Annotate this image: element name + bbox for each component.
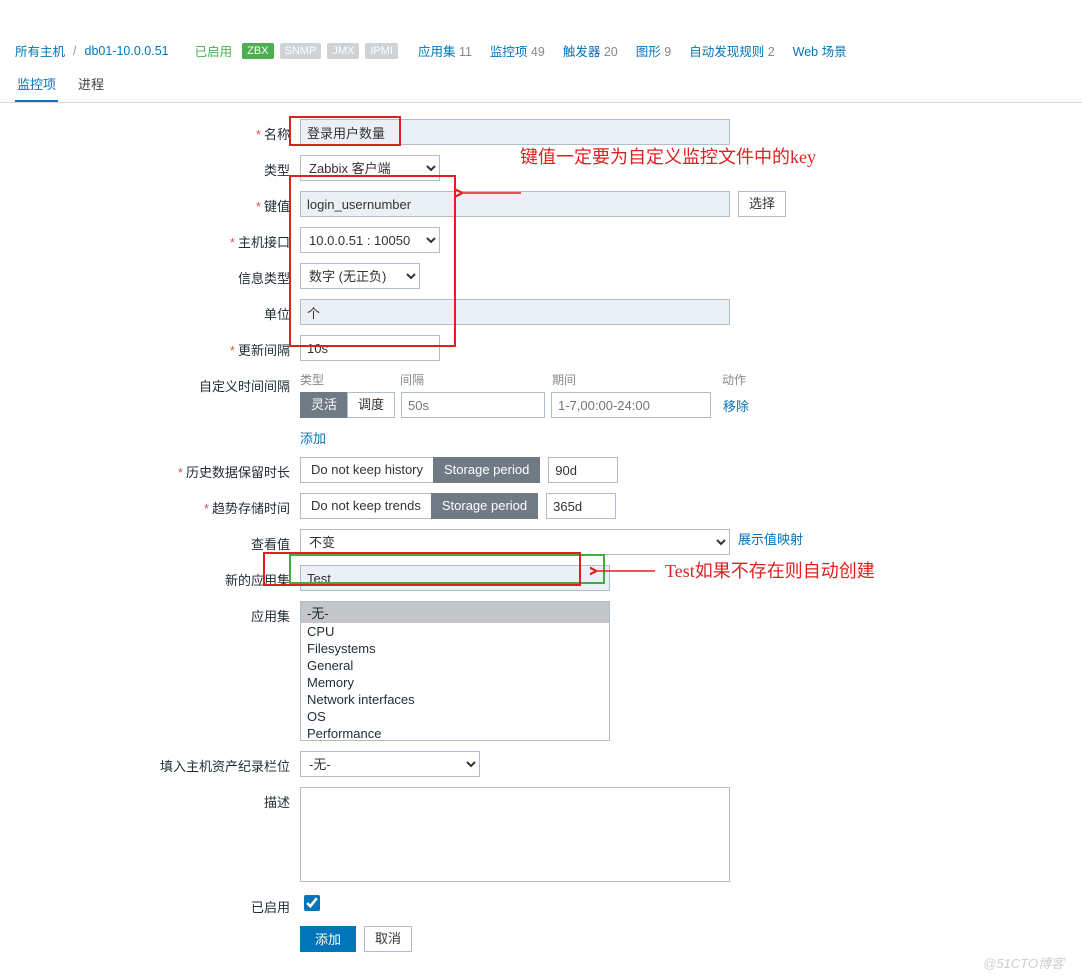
history-storage-btn[interactable]: Storage period bbox=[433, 457, 540, 483]
show-value-mapping-link[interactable]: 展示值映射 bbox=[738, 529, 803, 548]
bc-triggers[interactable]: 触发器 20 bbox=[563, 41, 618, 60]
applications-list[interactable]: -无- CPU Filesystems General Memory Netwo… bbox=[300, 601, 610, 741]
trends-storage-btn[interactable]: Storage period bbox=[431, 493, 538, 519]
update-interval-input[interactable] bbox=[300, 335, 440, 361]
app-option-network[interactable]: Network interfaces bbox=[301, 691, 609, 708]
badge-zbx: ZBX bbox=[242, 43, 273, 59]
label-inventory: 填入主机资产纪录栏位 bbox=[10, 751, 300, 775]
interval-add-link[interactable]: 添加 bbox=[300, 431, 326, 446]
label-new-application: 新的应用集 bbox=[10, 565, 300, 589]
history-value-input[interactable] bbox=[548, 457, 618, 483]
breadcrumb: 所有主机 / db01-10.0.0.51 已启用 ZBX SNMP JMX I… bbox=[0, 37, 1082, 66]
app-option-filesystems[interactable]: Filesystems bbox=[301, 640, 609, 657]
interval-period-input[interactable] bbox=[551, 392, 711, 418]
app-option-os[interactable]: OS bbox=[301, 708, 609, 725]
label-description: 描述 bbox=[10, 787, 300, 811]
label-applications: 应用集 bbox=[10, 601, 300, 625]
app-option-none[interactable]: -无- bbox=[301, 602, 609, 623]
label-trends: *趋势存储时间 bbox=[10, 493, 300, 517]
bc-discovery[interactable]: 自动发现规则 2 bbox=[689, 41, 774, 60]
annotation-text-app: Test如果不存在则自动创建 bbox=[665, 559, 875, 583]
label-show-value: 查看值 bbox=[10, 529, 300, 553]
app-option-general[interactable]: General bbox=[301, 657, 609, 674]
label-enabled: 已启用 bbox=[10, 892, 300, 916]
badge-ipmi: IPMI bbox=[365, 43, 398, 59]
key-select-button[interactable]: 选择 bbox=[738, 191, 786, 217]
app-option-cpu[interactable]: CPU bbox=[301, 623, 609, 640]
label-history: *历史数据保留时长 bbox=[10, 457, 300, 481]
label-key: *键值 bbox=[10, 191, 300, 215]
info-type-select[interactable]: 数字 (无正负) bbox=[300, 263, 420, 289]
bc-web[interactable]: Web 场景 bbox=[793, 41, 847, 60]
tab-process[interactable]: 进程 bbox=[76, 66, 106, 102]
annotation-arrow-2 bbox=[590, 561, 660, 581]
form: *名称 类型 Zabbix 客户端 *键值 选择 *主机接口 10.0.0.51… bbox=[0, 103, 1082, 978]
label-unit: 单位 bbox=[10, 299, 300, 323]
label-custom-intervals: 自定义时间间隔 bbox=[10, 371, 300, 395]
unit-input[interactable] bbox=[300, 299, 730, 325]
label-update-interval: *更新间隔 bbox=[10, 335, 300, 359]
host-interface-select[interactable]: 10.0.0.51 : 10050 bbox=[300, 227, 440, 253]
enabled-checkbox[interactable] bbox=[304, 895, 320, 911]
label-host-interface: *主机接口 bbox=[10, 227, 300, 251]
description-textarea[interactable] bbox=[300, 787, 730, 882]
bc-apps[interactable]: 应用集 11 bbox=[418, 41, 472, 60]
bc-all-hosts[interactable]: 所有主机 bbox=[15, 41, 65, 60]
host-enabled-status: 已启用 bbox=[195, 41, 233, 60]
interval-scheduling-btn[interactable]: 调度 bbox=[347, 392, 395, 418]
history-nokeep-btn[interactable]: Do not keep history bbox=[300, 457, 434, 483]
tab-item[interactable]: 监控项 bbox=[15, 66, 58, 102]
interval-delay-input[interactable] bbox=[401, 392, 545, 418]
bc-graphs[interactable]: 图形 9 bbox=[636, 41, 671, 60]
bc-host[interactable]: db01-10.0.0.51 bbox=[85, 44, 169, 58]
label-info-type: 信息类型 bbox=[10, 263, 300, 287]
type-select[interactable]: Zabbix 客户端 bbox=[300, 155, 440, 181]
label-name: *名称 bbox=[10, 119, 300, 143]
watermark: @51CTO博客 bbox=[983, 953, 1064, 972]
app-option-performance[interactable]: Performance bbox=[301, 725, 609, 741]
badge-snmp: SNMP bbox=[280, 43, 322, 59]
badge-jmx: JMX bbox=[327, 43, 359, 59]
annotation-arrow-1 bbox=[456, 183, 526, 203]
show-value-select[interactable]: 不变 bbox=[300, 529, 730, 555]
interval-flexible-btn[interactable]: 灵活 bbox=[300, 392, 348, 418]
label-type: 类型 bbox=[10, 155, 300, 179]
new-application-input[interactable] bbox=[300, 565, 610, 591]
bc-items[interactable]: 监控项 49 bbox=[490, 41, 545, 60]
interval-header: 类型 间隔 期间 动作 bbox=[300, 371, 1072, 388]
bc-sep: / bbox=[69, 44, 80, 58]
interval-remove-link[interactable]: 移除 bbox=[723, 396, 749, 415]
trends-nokeep-btn[interactable]: Do not keep trends bbox=[300, 493, 432, 519]
cancel-button[interactable]: 取消 bbox=[364, 926, 412, 952]
tabs: 监控项 进程 bbox=[0, 66, 1082, 103]
submit-button[interactable]: 添加 bbox=[300, 926, 356, 952]
trends-value-input[interactable] bbox=[546, 493, 616, 519]
app-option-memory[interactable]: Memory bbox=[301, 674, 609, 691]
annotation-text-key: 键值一定要为自定义监控文件中的key bbox=[520, 145, 840, 169]
name-input[interactable] bbox=[300, 119, 730, 145]
inventory-select[interactable]: -无- bbox=[300, 751, 480, 777]
